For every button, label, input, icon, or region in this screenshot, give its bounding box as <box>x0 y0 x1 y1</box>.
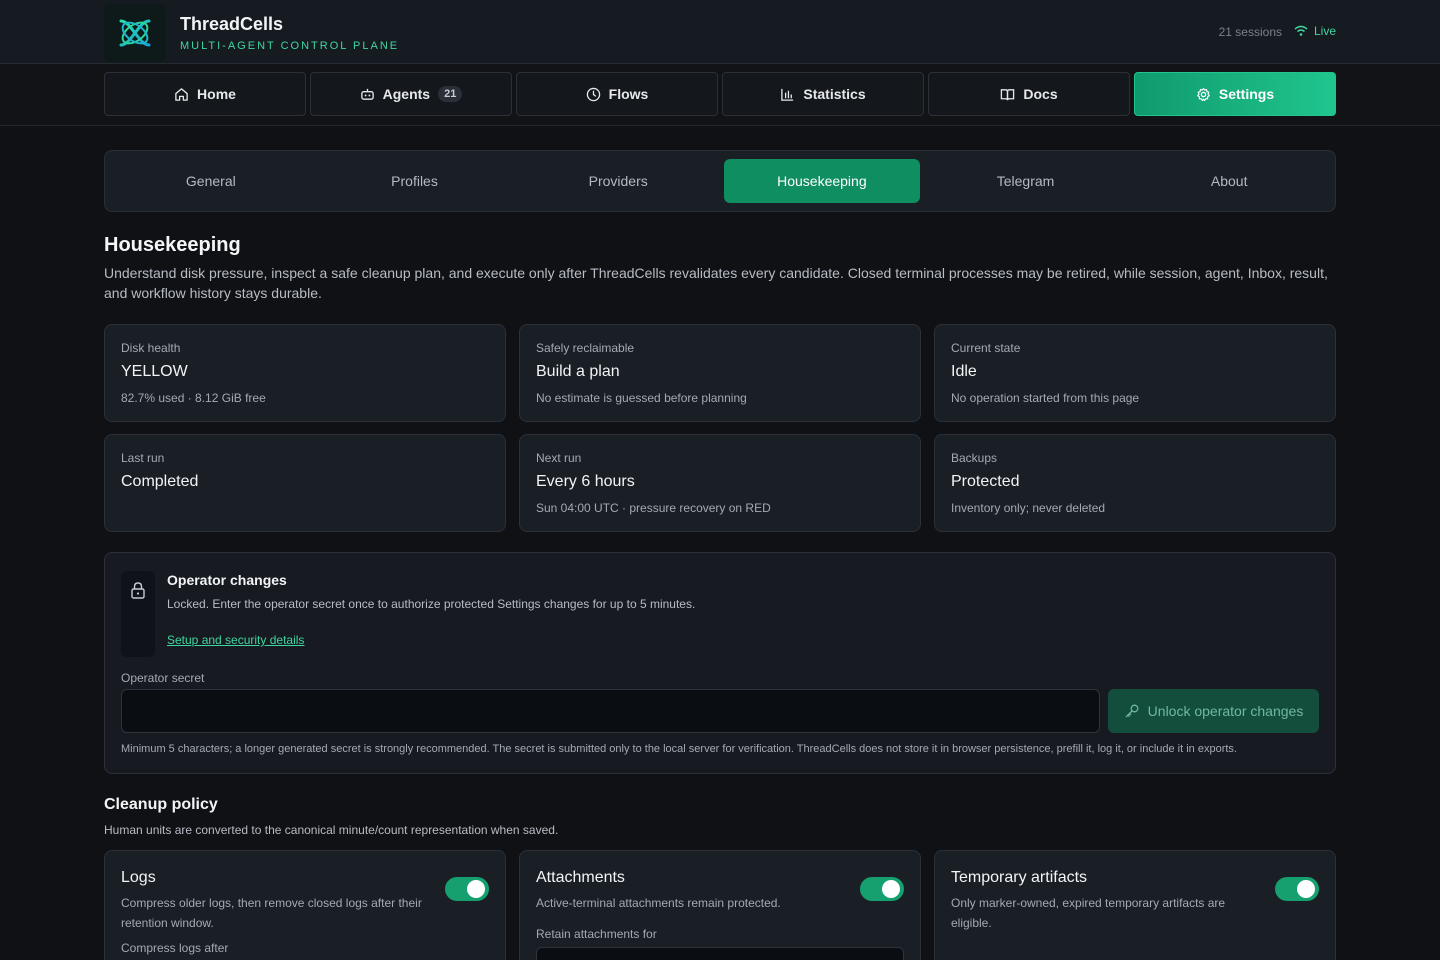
tab-general[interactable]: General <box>113 159 309 203</box>
nav-settings-button[interactable]: Settings <box>1134 72 1336 116</box>
policy-field-label: Compress logs after <box>121 941 229 955</box>
nav-agents-button[interactable]: Agents 21 <box>310 72 512 116</box>
attachments-policy-card: Attachments Active-terminal attachments … <box>519 850 921 960</box>
bar-chart-icon <box>781 88 794 101</box>
lock-icon <box>131 582 145 599</box>
card-note: Inventory only; never deleted <box>951 501 1106 515</box>
tab-about[interactable]: About <box>1131 159 1327 203</box>
tab-housekeeping[interactable]: Housekeeping <box>724 159 920 203</box>
tab-providers[interactable]: Providers <box>520 159 716 203</box>
app-logo[interactable] <box>104 4 166 62</box>
operator-description: Locked. Enter the operator secret once t… <box>167 597 696 611</box>
policy-title: Attachments <box>536 869 625 886</box>
agents-count-badge: 21 <box>438 86 463 102</box>
main-nav-row: Home Agents 21 Flows Statistics Docs Set… <box>0 64 1440 126</box>
nav-statistics-button[interactable]: Statistics <box>722 72 924 116</box>
clock-icon <box>586 87 600 101</box>
nav-flows-button[interactable]: Flows <box>516 72 718 116</box>
operator-secret-input[interactable] <box>121 689 1100 733</box>
wifi-icon <box>1294 25 1308 36</box>
operator-changes-panel: Operator changes Locked. Enter the opera… <box>104 552 1336 774</box>
card-note: No estimate is guessed before planning <box>536 391 747 405</box>
policy-description: Only marker-owned, expired temporary art… <box>951 896 1226 930</box>
card-value: YELLOW <box>121 363 188 380</box>
nav-docs-button[interactable]: Docs <box>928 72 1130 116</box>
logs-toggle[interactable] <box>445 877 489 901</box>
operator-secret-label: Operator secret <box>121 671 205 685</box>
live-status: Live <box>1294 24 1336 38</box>
nav-statistics-label: Statistics <box>803 86 866 102</box>
policy-cards: Logs Compress older logs, then remove cl… <box>104 850 1336 960</box>
robot-icon <box>360 88 374 100</box>
policy-title: Logs <box>121 869 156 886</box>
cleanup-policy-description: Human units are converted to the canonic… <box>104 823 559 837</box>
nav-home-label: Home <box>197 86 236 102</box>
card-value: Completed <box>121 473 199 490</box>
last-run-card: Last run Completed <box>104 434 506 532</box>
policy-title: Temporary artifacts <box>951 869 1088 886</box>
safely-reclaimable-card: Safely reclaimable Build a plan No estim… <box>519 324 921 422</box>
nav-agents-label: Agents <box>382 86 431 102</box>
card-label: Disk health <box>121 341 181 355</box>
gear-icon <box>1197 87 1210 101</box>
page-description: Understand disk pressure, inspect a safe… <box>104 265 1328 301</box>
current-state-card: Current state Idle No operation started … <box>934 324 1336 422</box>
status-cards: Disk health YELLOW 82.7% used · 8.12 GiB… <box>104 324 1336 532</box>
nav-home-button[interactable]: Home <box>104 72 306 116</box>
card-note: 82.7% used · 8.12 GiB free <box>121 391 266 405</box>
card-label: Next run <box>536 451 582 465</box>
threadcells-logo-icon <box>119 19 151 47</box>
page-title: Housekeeping <box>104 234 241 256</box>
temporary-artifacts-policy-card: Temporary artifacts Only marker-owned, e… <box>934 850 1336 960</box>
backups-card: Backups Protected Inventory only; never … <box>934 434 1336 532</box>
retain-attachments-input[interactable] <box>536 947 904 960</box>
unlock-button-label: Unlock operator changes <box>1147 703 1304 719</box>
card-label: Safely reclaimable <box>536 341 635 355</box>
next-run-card: Next run Every 6 hours Sun 04:00 UTC · p… <box>519 434 921 532</box>
cleanup-policy-title: Cleanup policy <box>104 796 218 813</box>
app-subtitle: MULTI-AGENT CONTROL PLANE <box>180 40 400 52</box>
nav-flows-label: Flows <box>608 86 649 102</box>
card-note: No operation started from this page <box>951 391 1140 405</box>
card-note: Sun 04:00 UTC · pressure recovery on RED <box>536 501 771 515</box>
card-value: Protected <box>951 473 1020 490</box>
key-icon <box>1125 704 1139 718</box>
card-value: Build a plan <box>536 363 620 380</box>
policy-description: Active-terminal attachments remain prote… <box>536 896 781 910</box>
tab-telegram[interactable]: Telegram <box>928 159 1124 203</box>
home-icon <box>175 87 188 101</box>
nav-settings-label: Settings <box>1218 86 1275 102</box>
tab-profiles[interactable]: Profiles <box>317 159 513 203</box>
top-bar: ThreadCells MULTI-AGENT CONTROL PLANE 21… <box>0 0 1440 64</box>
nav-docs-label: Docs <box>1023 86 1058 102</box>
card-value: Idle <box>951 363 977 380</box>
security-details-link[interactable]: Setup and security details <box>167 633 304 647</box>
main-nav: Home Agents 21 Flows Statistics Docs Set… <box>104 72 1336 116</box>
attachments-toggle[interactable] <box>860 877 904 901</box>
session-count: 21 sessions <box>1218 25 1282 39</box>
operator-help-text: Minimum 5 characters; a longer generated… <box>121 743 1237 755</box>
card-value: Every 6 hours <box>536 473 635 490</box>
live-label: Live <box>1313 24 1336 38</box>
logs-policy-card: Logs Compress older logs, then remove cl… <box>104 850 506 960</box>
book-icon <box>1001 88 1015 100</box>
policy-description: Compress older logs, then remove closed … <box>121 896 422 930</box>
card-label: Last run <box>121 451 165 465</box>
temporary-artifacts-toggle[interactable] <box>1275 877 1319 901</box>
card-label: Current state <box>951 341 1021 355</box>
card-label: Backups <box>951 451 998 465</box>
operator-title: Operator changes <box>167 572 287 588</box>
app-name: ThreadCells <box>180 14 284 34</box>
unlock-operator-button[interactable]: Unlock operator changes <box>1108 689 1319 733</box>
lock-badge <box>121 571 155 657</box>
disk-health-card: Disk health YELLOW 82.7% used · 8.12 GiB… <box>104 324 506 422</box>
policy-field-label: Retain attachments for <box>536 927 657 941</box>
settings-tabs: General Profiles Providers Housekeeping … <box>104 150 1336 212</box>
